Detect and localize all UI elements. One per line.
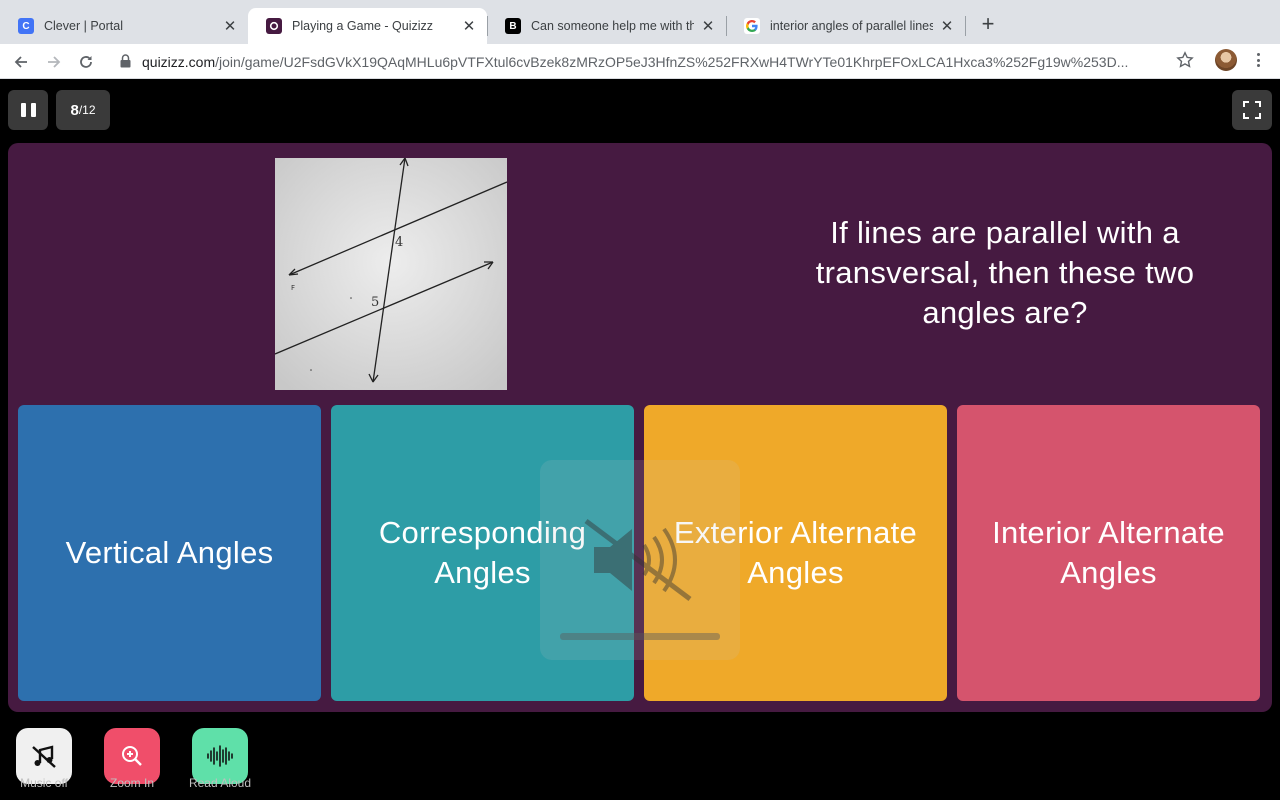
arrow-right-icon [48,56,61,68]
tab-title: Clever | Portal [44,19,123,33]
address-bar[interactable]: quizizz.com/join/game/U2FsdGVkX19QAqMHLu… [110,47,1204,76]
music-label: Music off [20,776,68,790]
browser-toolbar: quizizz.com/join/game/U2FsdGVkX19QAqMHLu… [0,44,1280,79]
brainly-icon: B [505,18,521,34]
tab-title: interior angles of parallel lines [770,19,933,33]
close-tab-icon[interactable]: ✕ [700,18,716,35]
lock-icon [120,54,131,68]
fullscreen-button[interactable] [1232,90,1272,130]
quiz-game: 8/12 4 5 F If lines are parallel with a … [0,79,1280,800]
url-path: /join/game/U2FsdGVkX19QAqMHLu6pVTFXtul6c… [215,54,1129,70]
sound-wave-icon [207,745,233,767]
browser-menu-icon[interactable] [1250,51,1266,69]
pause-icon-bar [20,103,26,117]
answer-option-1[interactable]: Vertical Angles [18,405,321,701]
current-question-number: 8 [70,101,79,119]
question-text: If lines are parallel with a transversal… [815,215,1195,330]
point-f-label: F [291,284,295,292]
tab-google[interactable]: interior angles of parallel lines ✕ [726,8,965,44]
tab-title: Playing a Game - Quizizz [292,19,434,33]
total-questions: /12 [78,103,96,117]
quizizz-icon [266,18,282,34]
forward-button[interactable] [41,49,67,75]
question-counter: 8/12 [56,90,110,130]
pause-button[interactable] [8,90,48,130]
volume-muted-overlay [540,460,740,660]
music-off-icon [32,745,56,768]
url-text: quizizz.com/join/game/U2FsdGVkX19QAqMHLu… [142,54,1172,70]
bookmark-star-icon[interactable] [1176,51,1194,69]
tab-separator [965,16,966,36]
pause-icon-bar [30,103,36,117]
angle-4-label: 4 [395,235,403,250]
answer-option-4[interactable]: Interior Alternate Angles [957,405,1260,701]
angle-5-label: 5 [371,295,379,310]
close-tab-icon[interactable]: ✕ [461,18,477,35]
arrow-left-icon [14,56,27,68]
tab-quizizz[interactable]: Playing a Game - Quizizz ✕ [248,8,487,44]
google-icon [744,18,760,34]
close-tab-icon[interactable]: ✕ [222,18,238,35]
answer-label: Interior Alternate Angles [992,515,1225,590]
fullscreen-icon [1243,101,1261,119]
speaker-muted-icon [584,519,692,601]
new-tab-button[interactable]: + [976,11,1000,36]
url-host: quizizz.com [142,54,216,70]
volume-bar [560,633,720,640]
reload-button[interactable] [73,49,99,75]
close-tab-icon[interactable]: ✕ [939,18,955,35]
profile-avatar[interactable] [1215,49,1237,71]
answer-label: Vertical Angles [65,535,274,570]
read-aloud-label: Read Aloud [188,776,252,790]
back-button[interactable] [8,49,34,75]
zoom-label: Zoom In [109,776,154,790]
clever-icon: C [18,18,34,34]
parallel-lines-diagram: 4 5 F [275,158,507,390]
reload-icon [80,56,92,68]
tab-clever[interactable]: C Clever | Portal ✕ [0,8,248,44]
tab-title: Can someone help me with this [531,19,694,33]
zoom-in-icon [122,746,142,766]
question-image[interactable]: 4 5 F [275,158,507,390]
tab-brainly[interactable]: B Can someone help me with this ✕ [487,8,726,44]
tab-strip: C Clever | Portal ✕ Playing a Game - Qui… [0,0,1280,44]
